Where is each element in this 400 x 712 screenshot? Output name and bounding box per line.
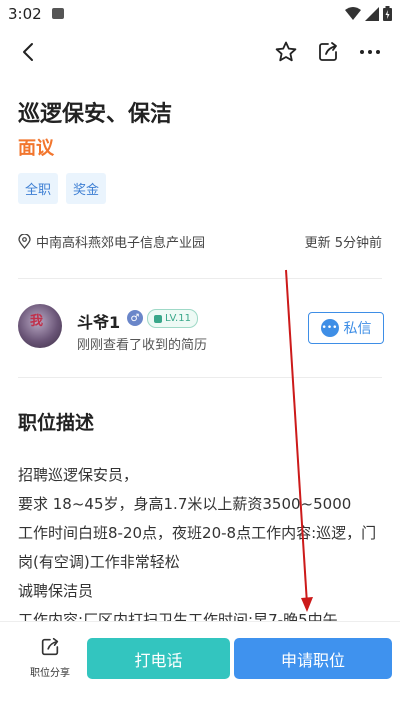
private-message-button[interactable]: ••• 私信 [308, 312, 384, 344]
job-description: 招聘巡逻保安员， 要求 18~45岁，身高1.7米以上薪资3500~5000 工… [18, 461, 382, 621]
share-button[interactable] [314, 38, 342, 66]
gallery-notification-icon [52, 8, 64, 19]
description-line: 诚聘保洁员 [18, 582, 94, 600]
status-icons [345, 6, 392, 21]
more-button[interactable] [356, 38, 384, 66]
description-line: 招聘巡逻保安员， [18, 466, 139, 484]
level-icon [154, 314, 162, 323]
status-bar: 3:02 [0, 0, 400, 28]
share-edit-icon [41, 637, 59, 656]
top-nav-bar [0, 32, 400, 72]
job-share-label: 职位分享 [30, 668, 70, 679]
star-icon [275, 41, 297, 62]
male-gender-icon: ♂ [127, 310, 143, 326]
job-title: 巡逻保安、保洁 [18, 102, 173, 127]
level-badge: LV.11 [147, 309, 198, 328]
recruiter-name: 斗爷1 [77, 313, 121, 332]
private-message-label: 私信 [343, 321, 372, 337]
description-line: 工作时间白班8-20点，夜班20-8点工作内容:巡逻，门岗(有空调)工作非常轻松 [18, 524, 377, 571]
location-text: 中南高科燕郊电子信息产业园 [36, 236, 206, 251]
status-time: 3:02 [8, 5, 42, 23]
description-line: 要求 18~45岁，身高1.7米以上薪资3500~5000 [18, 495, 352, 513]
description-line: 工作内容:厂区内打扫卫生工作时间:早7-晚5中午 [18, 611, 338, 621]
location-pin-icon [18, 234, 31, 249]
more-dots-icon [360, 50, 380, 54]
divider [18, 377, 382, 378]
job-tag: 奖金 [66, 173, 107, 204]
call-button[interactable]: 打电话 [87, 638, 230, 679]
job-location[interactable]: 中南高科燕郊电子信息产业园 [18, 232, 205, 251]
chevron-left-icon [23, 43, 33, 61]
chat-bubble-icon: ••• [320, 319, 339, 337]
section-title: 职位描述 [18, 412, 95, 434]
level-text: LV.11 [165, 313, 191, 324]
share-edit-icon [319, 42, 337, 61]
signal-icon [365, 6, 379, 21]
job-salary: 面议 [18, 138, 54, 159]
updated-time: 更新 5分钟前 [304, 236, 382, 251]
battery-icon [383, 6, 392, 21]
avatar-image-mark: 我 [30, 314, 44, 329]
divider [18, 278, 382, 279]
recruiter-activity: 刚刚查看了收到的简历 [77, 338, 208, 353]
recruiter-avatar[interactable]: 我 [18, 304, 62, 348]
back-button[interactable] [14, 38, 42, 66]
job-tag: 全职 [18, 173, 59, 204]
favorite-button[interactable] [272, 38, 300, 66]
job-tags: 全职 奖金 [18, 173, 107, 204]
bottom-action-bar: 职位分享 打电话 申请职位 [0, 621, 400, 712]
wifi-icon [345, 6, 361, 20]
apply-button[interactable]: 申请职位 [234, 638, 392, 679]
job-share-button[interactable]: 职位分享 [24, 636, 76, 679]
